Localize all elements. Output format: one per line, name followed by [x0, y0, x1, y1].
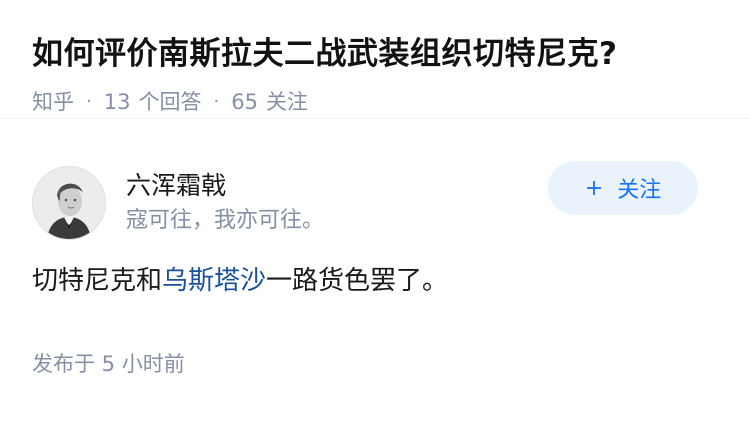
separator-dot: ·	[86, 91, 92, 112]
avatar-portrait-icon	[33, 167, 105, 239]
answer-link-ustasha[interactable]: 乌斯塔沙	[162, 266, 266, 296]
author-info: 六浑霜戟 寇可往，我亦可往。	[126, 169, 324, 237]
follow-count: 65	[231, 90, 258, 114]
author-bio: 寇可往，我亦可往。	[126, 208, 325, 233]
answer-text-before: 切特尼克和	[32, 266, 163, 296]
answer-count: 13	[103, 90, 131, 114]
answer-text-after: 一路货色罢了。	[266, 266, 449, 296]
follow-button-label: 关注	[617, 178, 662, 203]
question-header: 如何评价南斯拉夫二战武装组织切特尼克? 知乎 · 13 个回答 · 65 关注	[0, 0, 750, 119]
publish-time: 发布于 5 小时前	[32, 352, 185, 376]
question-title[interactable]: 如何评价南斯拉夫二战武装组织切特尼克?	[32, 32, 718, 76]
separator-dot: ·	[213, 91, 220, 112]
author-row: 六浑霜戟 寇可往，我亦可往。 + 关注	[32, 151, 718, 255]
follow-button[interactable]: + 关注	[548, 161, 698, 215]
author-name[interactable]: 六浑霜戟	[126, 169, 324, 203]
avatar[interactable]	[32, 166, 106, 240]
answer-card: 六浑霜戟 寇可往，我亦可往。 + 关注 切特尼克和乌斯塔沙一路货色罢了。 发布于…	[0, 151, 750, 379]
answer-content: 切特尼克和乌斯塔沙一路货色罢了。	[32, 261, 718, 301]
follow-count-label: 关注	[265, 90, 308, 114]
source-label[interactable]: 知乎	[32, 88, 74, 116]
question-meta: 知乎 · 13 个回答 · 65 关注	[32, 88, 718, 116]
plus-icon: +	[584, 175, 604, 201]
answer-count-label: 个回答	[138, 90, 202, 114]
